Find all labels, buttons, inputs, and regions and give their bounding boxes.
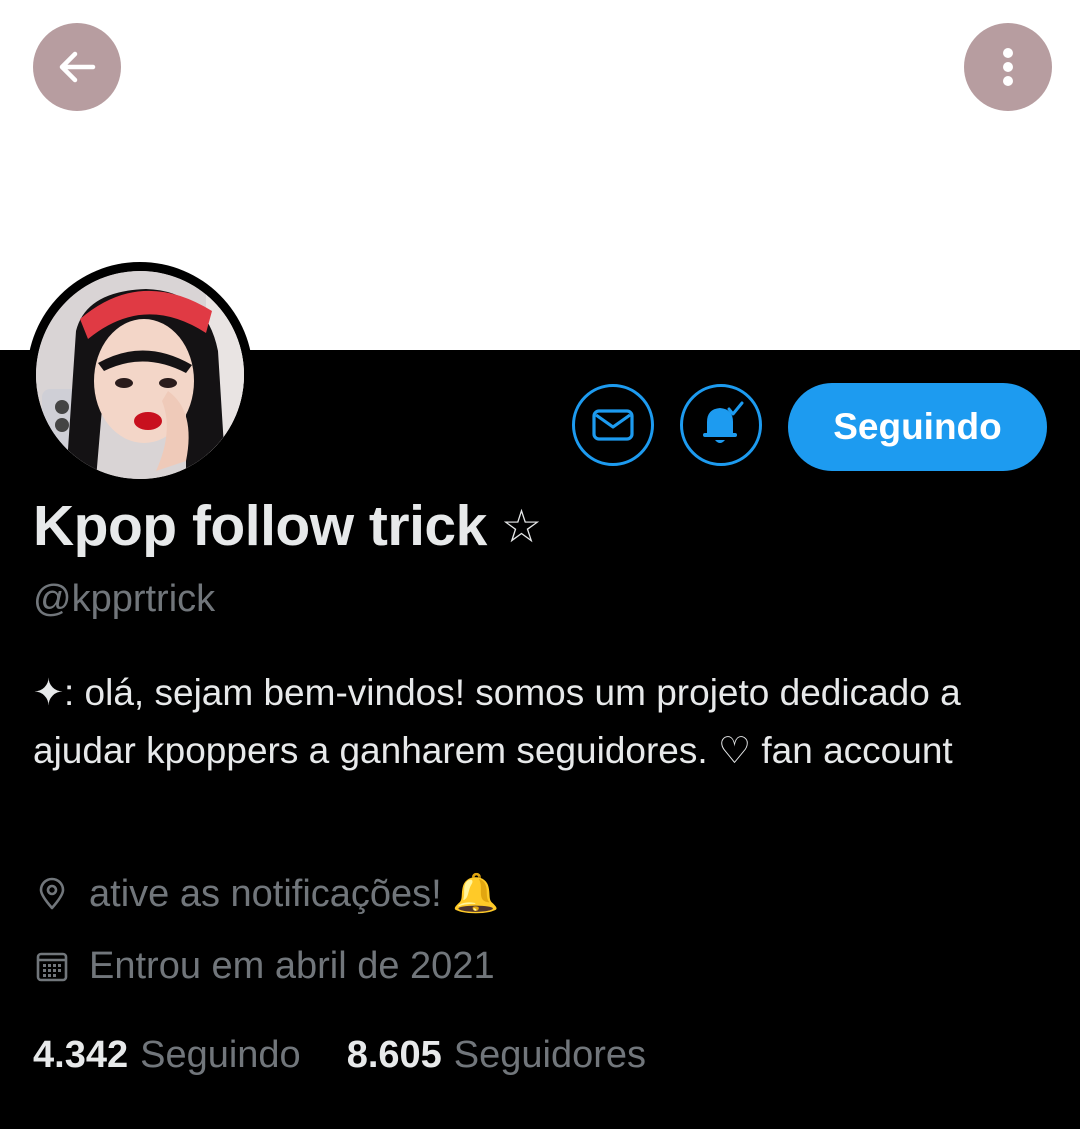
more-vertical-icon [1003,48,1013,86]
avatar[interactable] [27,262,253,488]
display-name: Kpop follow trick [33,494,487,558]
location-text: ative as notificações! 🔔 [89,873,500,915]
follow-stats: 4.342 Seguindo 8.605 Seguidores [33,1034,646,1077]
message-button[interactable] [572,384,654,466]
following-label: Seguindo [140,1034,301,1076]
followers-stat[interactable]: 8.605 Seguidores [347,1034,646,1077]
location-row: ative as notificações! 🔔 [33,872,500,916]
notifications-button[interactable] [680,384,762,466]
location-pin-icon [33,875,71,913]
arrow-left-icon [59,51,96,83]
envelope-icon [592,409,634,441]
followers-label: Seguidores [453,1034,647,1076]
following-stat[interactable]: 4.342 Seguindo [33,1034,301,1077]
profile-bio: ✦: olá, sejam bem-vindos! somos um proje… [33,672,961,771]
following-button[interactable]: Seguindo [788,383,1047,471]
username-handle: @kpprtrick [33,578,216,620]
join-date-row: Entrou em abril de 2021 [33,945,495,988]
bell-check-icon [703,401,744,443]
name-row: Kpop follow trick ☆ [33,493,542,559]
calendar-icon [33,948,71,986]
join-date-text: Entrou em abril de 2021 [89,945,495,987]
back-button[interactable] [33,23,121,111]
avatar-photo [36,271,244,479]
followers-count: 8.605 [346,1034,442,1076]
star-emoji: ☆ [500,500,543,552]
following-count: 4.342 [33,1034,129,1076]
more-options-button[interactable] [964,23,1052,111]
